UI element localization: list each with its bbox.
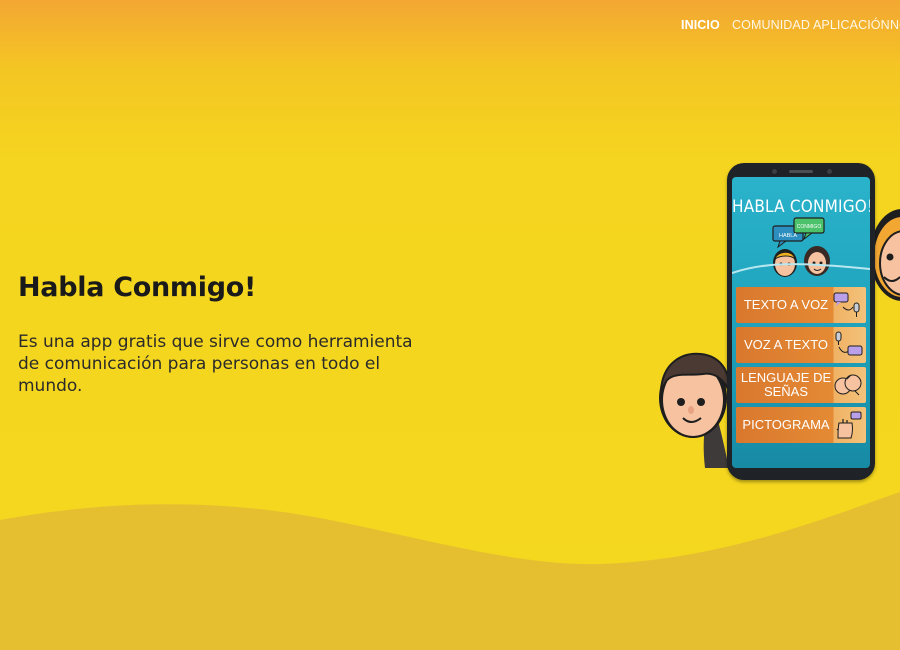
nav-item-inicio[interactable]: INICIO	[681, 18, 720, 32]
mic-to-speech-icon	[835, 331, 863, 356]
sign-hands-icon	[834, 374, 862, 396]
menu-label-lenguaje-de-senas: LENGUAJE DE SEÑAS	[740, 370, 832, 399]
menu-button-voz-a-texto[interactable]: VOZ A TEXTO	[736, 327, 866, 363]
phone-speaker	[789, 170, 813, 173]
phone-screen: HABLA CONMIGO! HABLA CONMIGO TEXTO A VOZ…	[732, 177, 870, 468]
menu-button-pictograma[interactable]: PICTOGRAMA	[736, 407, 866, 443]
bottom-wave	[0, 492, 900, 650]
hand-pictogram-icon	[836, 411, 862, 439]
phone-mockup: HABLA CONMIGO! HABLA CONMIGO TEXTO A VOZ…	[727, 163, 875, 480]
app-title: HABLA CONMIGO!	[732, 197, 870, 217]
logo-bubble-habla: HABLA	[779, 233, 797, 239]
menu-label-voz-a-texto: VOZ A TEXTO	[743, 337, 829, 352]
nav-item-aplicacion[interactable]: APLICACIÓN	[813, 18, 890, 32]
phone-camera-icon	[772, 169, 777, 174]
menu-label-pictograma: PICTOGRAMA	[742, 417, 830, 432]
boy-character-illustration	[659, 352, 731, 468]
speech-to-mic-icon	[833, 292, 860, 317]
top-nav: INICIO COMUNIDAD APLICACIÓN NO	[0, 18, 900, 40]
menu-button-texto-a-voz[interactable]: TEXTO A VOZ	[736, 287, 866, 323]
phone-sensor-icon	[827, 169, 832, 174]
menu-label-texto-a-voz: TEXTO A VOZ	[743, 297, 829, 312]
menu-button-lenguaje-de-senas[interactable]: LENGUAJE DE SEÑAS	[736, 367, 866, 403]
logo-bubble-conmigo: CONMIGO	[797, 224, 822, 230]
hero-title: Habla Conmigo!	[18, 272, 256, 303]
hero-subtitle: Es una app gratis que sirve como herrami…	[18, 332, 413, 396]
screen-wave-decoration	[732, 263, 870, 274]
nav-item-comunidad[interactable]: COMUNIDAD	[732, 18, 810, 32]
nav-item-truncated[interactable]: NO	[890, 18, 900, 32]
